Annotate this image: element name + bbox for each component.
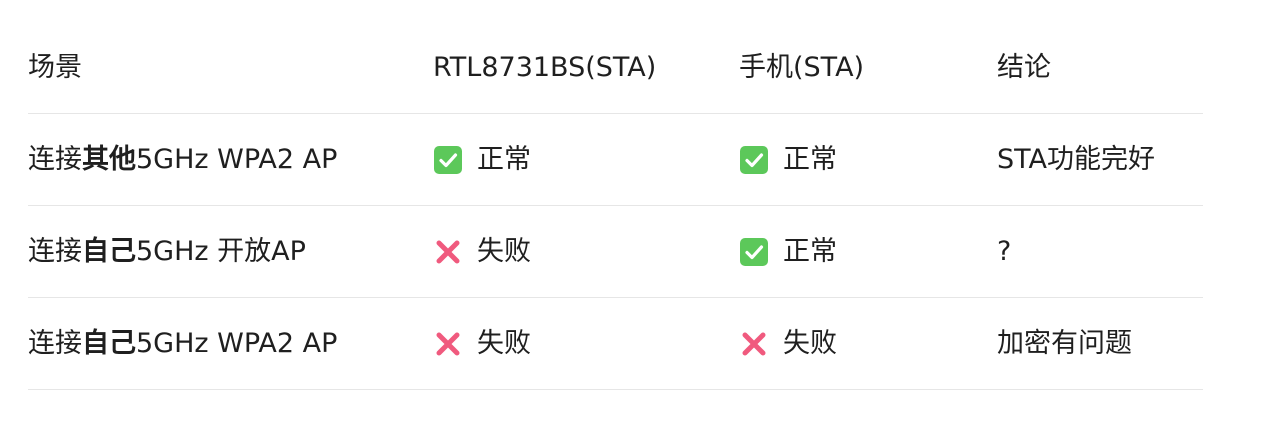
phone-result-cell: 失败 — [739, 329, 997, 359]
phone-result-cell: 正常 — [739, 145, 997, 175]
phone-result-text: 正常 — [783, 144, 837, 175]
rtl-result-text: 失败 — [477, 236, 531, 267]
cross-mark-icon — [739, 329, 769, 359]
conclusion-cell: ? — [997, 236, 1012, 267]
conclusion-cell: STA功能完好 — [997, 144, 1156, 175]
scenario-bold: 其他 — [82, 144, 136, 175]
scenario-prefix: 连接 — [28, 328, 82, 359]
scenario-suffix: 5GHz WPA2 AP — [136, 328, 338, 359]
scenario-prefix: 连接 — [28, 144, 82, 175]
header-rtl8731bs: RTL8731BS(STA) — [433, 52, 657, 83]
scenario-suffix: 5GHz 开放AP — [136, 236, 306, 267]
header-scenario: 场景 — [28, 52, 82, 83]
rtl-result-text: 失败 — [477, 328, 531, 359]
scenario-suffix: 5GHz WPA2 AP — [136, 144, 338, 175]
phone-result-text: 正常 — [783, 236, 837, 267]
scenario-bold: 自己 — [82, 236, 136, 267]
scenario-cell: 连接 自己 5GHz WPA2 AP — [28, 330, 433, 357]
header-phone: 手机(STA) — [739, 52, 865, 83]
table-row: 连接 自己 5GHz WPA2 AP 失败 失败 加密有问题 — [28, 298, 1203, 390]
table-header-row: 场景 RTL8731BS(STA) 手机(STA) 结论 — [28, 22, 1203, 114]
comparison-table: 场景 RTL8731BS(STA) 手机(STA) 结论 连接 其他 5GHz WP… — [28, 22, 1203, 390]
check-mark-button-icon — [433, 145, 463, 175]
rtl-result-cell: 失败 — [433, 329, 739, 359]
table-row: 连接 自己 5GHz 开放AP 失败 正常 ? — [28, 206, 1203, 298]
cross-mark-icon — [433, 329, 463, 359]
scenario-cell: 连接 其他 5GHz WPA2 AP — [28, 146, 433, 173]
scenario-cell: 连接 自己 5GHz 开放AP — [28, 238, 433, 265]
phone-result-cell: 正常 — [739, 237, 997, 267]
phone-result-text: 失败 — [783, 328, 837, 359]
rtl-result-cell: 正常 — [433, 145, 739, 175]
header-conclusion: 结论 — [997, 52, 1051, 83]
scenario-bold: 自己 — [82, 328, 136, 359]
check-mark-button-icon — [739, 237, 769, 267]
cross-mark-icon — [433, 237, 463, 267]
rtl-result-text: 正常 — [477, 144, 531, 175]
rtl-result-cell: 失败 — [433, 237, 739, 267]
check-mark-button-icon — [739, 145, 769, 175]
table-row: 连接 其他 5GHz WPA2 AP 正常 正常 STA功能完好 — [28, 114, 1203, 206]
scenario-prefix: 连接 — [28, 236, 82, 267]
conclusion-cell: 加密有问题 — [997, 328, 1132, 359]
